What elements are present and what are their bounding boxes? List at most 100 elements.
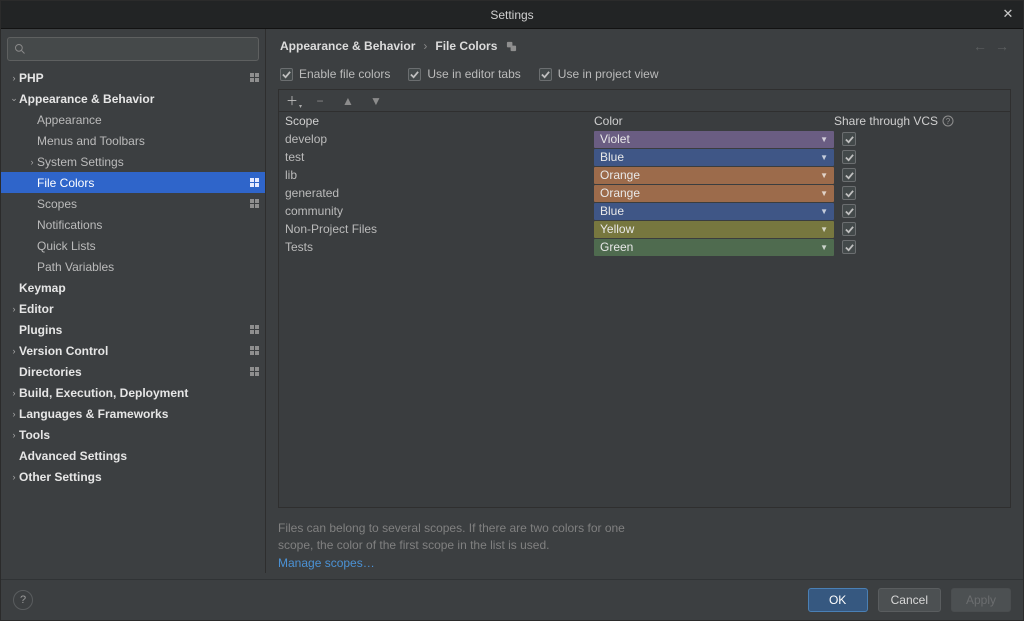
table-row[interactable]: develop Violet ▼: [279, 130, 1010, 148]
color-cell[interactable]: Orange▼: [594, 167, 834, 184]
share-checkbox[interactable]: [842, 222, 856, 236]
sidebar-item-notifications[interactable]: Notifications: [1, 214, 265, 235]
table-row[interactable]: libOrange▼: [279, 166, 1010, 184]
use-in-project-view-checkbox[interactable]: Use in project view: [539, 67, 659, 81]
chevron-right-icon: ›: [423, 39, 427, 53]
chevron-down-icon: ▼: [820, 225, 828, 234]
sidebar-item-menus-and-toolbars[interactable]: Menus and Toolbars: [1, 130, 265, 151]
color-dropdown[interactable]: Blue▼: [594, 203, 834, 220]
share-cell: [834, 132, 1004, 146]
sidebar-item-directories[interactable]: Directories: [1, 361, 265, 382]
sidebar-item-advanced-settings[interactable]: Advanced Settings: [1, 445, 265, 466]
scope-cell: Tests: [285, 240, 594, 254]
color-label: Violet: [600, 132, 630, 146]
color-cell[interactable]: Violet ▼: [594, 131, 834, 148]
apply-button: Apply: [951, 588, 1011, 612]
share-checkbox[interactable]: [842, 150, 856, 164]
sidebar-item-appearance[interactable]: Appearance: [1, 109, 265, 130]
color-cell[interactable]: Green▼: [594, 239, 834, 256]
sidebar-item-label: Keymap: [19, 281, 259, 295]
color-label: Blue: [600, 204, 624, 218]
share-checkbox[interactable]: [842, 168, 856, 182]
use-in-editor-tabs-label: Use in editor tabs: [427, 67, 520, 81]
help-button[interactable]: ?: [13, 590, 33, 610]
share-checkbox[interactable]: [842, 186, 856, 200]
scope-cell: test: [285, 150, 594, 164]
sidebar-item-quick-lists[interactable]: Quick Lists: [1, 235, 265, 256]
table-row[interactable]: TestsGreen▼: [279, 238, 1010, 256]
use-in-project-view-label: Use in project view: [558, 67, 659, 81]
table-row[interactable]: generatedOrange▼: [279, 184, 1010, 202]
table-row[interactable]: communityBlue▼: [279, 202, 1010, 220]
move-down-button[interactable]: ▼: [369, 94, 383, 108]
ok-button[interactable]: OK: [808, 588, 868, 612]
table-row[interactable]: testBlue▼: [279, 148, 1010, 166]
share-checkbox[interactable]: [842, 240, 856, 254]
manage-scopes-link[interactable]: Manage scopes…: [278, 555, 375, 571]
nav-back-icon[interactable]: ←: [973, 38, 987, 54]
scope-cell: community: [285, 204, 594, 218]
chevron-down-icon: ⌄: [9, 93, 19, 104]
breadcrumb-root[interactable]: Appearance & Behavior: [280, 39, 415, 53]
share-cell: [834, 240, 1004, 254]
use-in-editor-tabs-checkbox[interactable]: Use in editor tabs: [408, 67, 520, 81]
sidebar-item-plugins[interactable]: Plugins: [1, 319, 265, 340]
color-dropdown[interactable]: Green▼: [594, 239, 834, 256]
color-dropdown[interactable]: Yellow▼: [594, 221, 834, 238]
color-cell[interactable]: Blue▼: [594, 203, 834, 220]
settings-tree[interactable]: ›PHP⌄Appearance & BehaviorAppearanceMenu…: [1, 65, 265, 573]
color-cell[interactable]: Blue▼: [594, 149, 834, 166]
sidebar-item-label: Build, Execution, Deployment: [19, 386, 259, 400]
cancel-button[interactable]: Cancel: [878, 588, 941, 612]
share-checkbox[interactable]: [842, 204, 856, 218]
color-dropdown[interactable]: Blue▼: [594, 149, 834, 166]
modified-indicator-icon: [250, 346, 259, 355]
color-dropdown[interactable]: Orange▼: [594, 167, 834, 184]
enable-file-colors-checkbox[interactable]: Enable file colors: [280, 67, 390, 81]
add-button[interactable]: ＋▾: [285, 94, 299, 108]
settings-sidebar: ›PHP⌄Appearance & BehaviorAppearanceMenu…: [1, 29, 266, 573]
sidebar-item-php[interactable]: ›PHP: [1, 67, 265, 88]
sidebar-item-other-settings[interactable]: ›Other Settings: [1, 466, 265, 487]
table-row[interactable]: Non-Project FilesYellow▼: [279, 220, 1010, 238]
move-up-button[interactable]: ▲: [341, 94, 355, 108]
color-dropdown[interactable]: Violet ▼: [594, 131, 834, 148]
search-field[interactable]: [30, 42, 252, 56]
scope-cell: lib: [285, 168, 594, 182]
nav-forward-icon[interactable]: →: [995, 38, 1009, 54]
chevron-right-icon: ›: [9, 472, 19, 482]
scope-cell: develop: [285, 132, 594, 146]
remove-button[interactable]: −: [313, 94, 327, 108]
chevron-down-icon: ▼: [820, 153, 828, 162]
sidebar-item-file-colors[interactable]: File Colors: [1, 172, 265, 193]
modified-indicator-icon: [250, 178, 259, 187]
chevron-down-icon: ▼: [820, 135, 828, 144]
chevron-right-icon: ›: [9, 73, 19, 83]
share-checkbox[interactable]: [842, 132, 856, 146]
sidebar-item-languages-frameworks[interactable]: ›Languages & Frameworks: [1, 403, 265, 424]
breadcrumb-current: File Colors: [435, 39, 497, 53]
help-icon[interactable]: ?: [942, 115, 954, 127]
button-bar: ? OK Cancel Apply: [1, 580, 1023, 620]
sidebar-item-system-settings[interactable]: ›System Settings: [1, 151, 265, 172]
sidebar-item-build-execution-deployment[interactable]: ›Build, Execution, Deployment: [1, 382, 265, 403]
chevron-right-icon: ›: [9, 346, 19, 356]
sidebar-item-keymap[interactable]: Keymap: [1, 277, 265, 298]
sidebar-item-editor[interactable]: ›Editor: [1, 298, 265, 319]
sidebar-item-tools[interactable]: ›Tools: [1, 424, 265, 445]
sidebar-item-appearance-behavior[interactable]: ⌄Appearance & Behavior: [1, 88, 265, 109]
color-cell[interactable]: Yellow▼: [594, 221, 834, 238]
color-cell[interactable]: Orange▼: [594, 185, 834, 202]
color-label: Green: [600, 240, 633, 254]
sidebar-item-scopes[interactable]: Scopes: [1, 193, 265, 214]
search-input[interactable]: [7, 37, 259, 61]
color-dropdown[interactable]: Orange▼: [594, 185, 834, 202]
sidebar-item-path-variables[interactable]: Path Variables: [1, 256, 265, 277]
chevron-right-icon: ›: [9, 304, 19, 314]
sidebar-item-version-control[interactable]: ›Version Control: [1, 340, 265, 361]
close-icon[interactable]: ✕: [999, 5, 1017, 23]
sidebar-item-label: Quick Lists: [37, 239, 259, 253]
color-label: Orange: [600, 186, 640, 200]
titlebar: Settings ✕: [1, 1, 1023, 29]
scope-cell: Non-Project Files: [285, 222, 594, 236]
